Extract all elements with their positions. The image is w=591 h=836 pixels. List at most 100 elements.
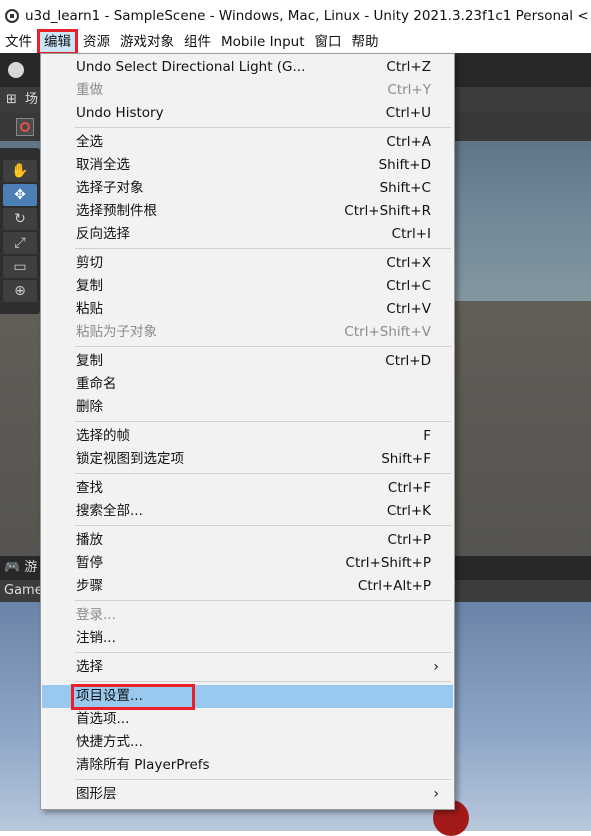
menu-separator [75,681,451,682]
game-tab-label: 游 [24,560,38,575]
menu-mobile-input[interactable]: Mobile Input [216,31,310,53]
menu-item-shortcut: Ctrl+D [385,353,431,369]
chevron-right-icon: › [433,786,439,802]
menu-item-shortcut: Shift+F [381,451,431,467]
menu-item-shortcut: Ctrl+P [387,532,431,548]
rotate-tool-icon[interactable]: ↻ [3,208,37,230]
menu-item-shortcut: Ctrl+V [386,301,431,317]
menu-item-shortcut: Ctrl+Y [387,82,431,98]
menu-item-lock-view-to-selected[interactable]: 锁定视图到选定项 Shift+F [42,448,453,471]
menu-separator [75,525,451,526]
menu-item-shortcuts[interactable]: 快捷方式... [42,731,453,754]
menu-item-label: 登录... [76,607,116,623]
menu-item-label: 取消全选 [76,157,130,173]
menu-item-graphics-tier[interactable]: 图形层 › [42,783,453,806]
menu-bar: 文件 编辑 资源 游戏对象 组件 Mobile Input 窗口 帮助 [0,29,591,55]
menu-item-sign-out[interactable]: 注销... [42,627,453,650]
menu-item-undo[interactable]: Undo Select Directional Light (G... Ctrl… [42,56,453,79]
menu-assets[interactable]: 资源 [78,31,115,53]
menu-item-label: 复制 [76,278,103,294]
menu-item-sign-in[interactable]: 登录... [42,604,453,627]
menu-item-label: 播放 [76,532,103,548]
menu-item-label: 选择子对象 [76,180,144,196]
menu-window[interactable]: 窗口 [310,31,347,53]
menu-item-search-all[interactable]: 搜索全部... Ctrl+K [42,500,453,523]
menu-item-select-prefab-root[interactable]: 选择预制件根 Ctrl+Shift+R [42,200,453,223]
menu-item-clear-playerprefs[interactable]: 清除所有 PlayerPrefs [42,754,453,777]
scale-tool-icon[interactable]: ⤢ [3,232,37,254]
menu-item-shortcut: Shift+D [378,157,431,173]
menu-item-label: 重命名 [76,376,117,392]
menu-item-label: 注销... [76,630,116,646]
menu-item-label: 搜索全部... [76,503,143,519]
menu-item-paste[interactable]: 粘贴 Ctrl+V [42,298,453,321]
menu-item-select-all[interactable]: 全选 Ctrl+A [42,131,453,154]
menu-item-find[interactable]: 查找 Ctrl+F [42,477,453,500]
move-tool-icon[interactable]: ✥ [3,184,37,206]
menu-item-label: 复制 [76,353,103,369]
menu-file[interactable]: 文件 [0,31,37,53]
unity-logo-icon [5,8,19,23]
menu-item-frame-selected[interactable]: 选择的帧 F [42,425,453,448]
rect-tool-icon[interactable]: ▭ [3,256,37,278]
chevron-right-icon: › [433,659,439,675]
menu-item-label: 选择的帧 [76,428,130,444]
menu-gameobject[interactable]: 游戏对象 [115,31,179,53]
hand-tool-icon[interactable]: ✋ [3,160,37,182]
menu-separator [75,600,451,601]
menu-item-shortcut: Ctrl+F [387,480,431,496]
menu-item-label: 粘贴为子对象 [76,324,157,340]
menu-item-label: 暂停 [76,555,103,571]
menu-item-label: 锁定视图到选定项 [76,451,184,467]
menu-item-delete[interactable]: 删除 [42,396,453,419]
menu-item-label: 重做 [76,82,103,98]
menu-item-shortcut: F [423,428,431,444]
draw-mode-icon[interactable] [16,118,34,136]
menu-item-shortcut: Ctrl+U [385,105,431,121]
menu-edit[interactable]: 编辑 [37,29,78,55]
gamepad-icon: 🎮 [4,560,21,575]
menu-item-preferences[interactable]: 首选项... [42,708,453,731]
menu-item-deselect-all[interactable]: 取消全选 Shift+D [42,154,453,177]
window-title: u3d_learn1 - SampleScene - Windows, Mac,… [25,7,589,24]
menu-item-label: 选择 [76,659,103,675]
menu-item-shortcut: Ctrl+C [386,278,431,294]
menu-item-duplicate[interactable]: 复制 Ctrl+D [42,350,453,373]
menu-item-shortcut: Ctrl+Shift+R [344,203,431,219]
menu-item-undo-history[interactable]: Undo History Ctrl+U [42,102,453,125]
menu-item-shortcut: Ctrl+Shift+P [345,555,431,571]
scene-tool-strip: ✋ ✥ ↻ ⤢ ▭ ⊕ [0,148,40,314]
menu-item-invert-selection[interactable]: 反向选择 Ctrl+I [42,223,453,246]
menu-item-redo[interactable]: 重做 Ctrl+Y [42,79,453,102]
transform-tool-icon[interactable]: ⊕ [3,280,37,302]
menu-item-select-children[interactable]: 选择子对象 Shift+C [42,177,453,200]
menu-item-label: 反向选择 [76,226,130,242]
menu-item-copy[interactable]: 复制 Ctrl+C [42,275,453,298]
menu-item-shortcut: Ctrl+K [386,503,431,519]
menu-item-label: 剪切 [76,255,103,271]
menu-item-paste-as-child[interactable]: 粘贴为子对象 Ctrl+Shift+V [42,321,453,344]
menu-item-label: 图形层 [76,786,117,802]
menu-item-play[interactable]: 播放 Ctrl+P [42,529,453,552]
menu-item-label: 全选 [76,134,103,150]
menu-item-shortcut: Ctrl+Z [386,59,431,75]
menu-item-label: 选择预制件根 [76,203,157,219]
menu-item-shortcut: Ctrl+I [391,226,431,242]
account-icon[interactable] [8,62,24,78]
menu-separator [75,473,451,474]
menu-item-label: 快捷方式... [76,734,143,750]
menu-item-label: 粘贴 [76,301,103,317]
menu-item-rename[interactable]: 重命名 [42,373,453,396]
menu-item-label: Undo Select Directional Light (G... [76,59,306,75]
menu-item-step[interactable]: 步骤 Ctrl+Alt+P [42,575,453,598]
menu-separator [75,346,451,347]
menu-item-cut[interactable]: 剪切 Ctrl+X [42,252,453,275]
menu-item-label: 步骤 [76,578,103,594]
menu-item-selection[interactable]: 选择 › [42,656,453,679]
menu-item-label: 首选项... [76,711,130,727]
menu-item-pause[interactable]: 暂停 Ctrl+Shift+P [42,552,453,575]
game-display-label[interactable]: Game [4,583,43,598]
menu-item-label: 删除 [76,399,103,415]
menu-component[interactable]: 组件 [179,31,216,53]
menu-help[interactable]: 帮助 [347,31,384,53]
